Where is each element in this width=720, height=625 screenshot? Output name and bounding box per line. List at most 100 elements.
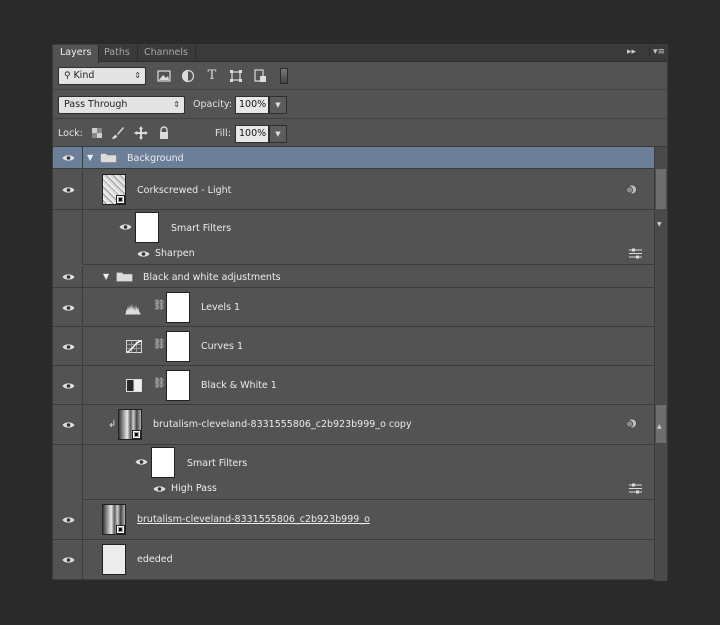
smart-filters-row[interactable]: Smart Filters <box>83 445 654 478</box>
updown-icon: ⇕ <box>134 71 141 80</box>
layer-row-background-group[interactable]: ▼ Background <box>53 147 654 169</box>
eye-icon[interactable] <box>137 250 150 258</box>
blending-options-icon[interactable] <box>629 483 642 494</box>
eye-icon[interactable] <box>135 458 148 466</box>
levels-icon <box>125 304 141 315</box>
filter-name: Sharpen <box>155 248 195 259</box>
tab-paths[interactable]: Paths <box>97 45 138 62</box>
lock-brush-icon[interactable] <box>111 126 125 140</box>
shape-filter-icon[interactable] <box>229 69 243 83</box>
blend-row: Pass Through ⇕ Opacity: 100% ▼ <box>53 91 667 119</box>
eye-icon <box>62 187 75 193</box>
visibility-toggle[interactable] <box>53 266 83 287</box>
filter-toggle-switch[interactable] <box>280 68 288 84</box>
layers-list: ▼ Background ▣ Corkscrewed - Light Smart… <box>53 147 654 581</box>
layer-row-black-white[interactable]: ⛓ Black & White 1 <box>53 367 654 405</box>
layer-row-bw-adjustments-group[interactable]: ▼ Black and white adjustments <box>53 266 654 288</box>
smart-filter-indicator-icon[interactable] <box>625 418 638 429</box>
collapse-panel-icon[interactable]: ▸▸ <box>627 47 636 57</box>
smart-object-badge-icon: ▣ <box>132 430 141 439</box>
visibility-toggle[interactable] <box>53 367 83 404</box>
eye-icon <box>62 274 75 280</box>
link-chain-icon[interactable]: ⛓ <box>153 300 166 311</box>
lock-transparent-icon[interactable] <box>90 126 104 140</box>
filter-kind-label: Kind <box>73 70 95 81</box>
layer-row-brutalism[interactable]: ▣ brutalism-cleveland-8331555806_c2b923b… <box>53 501 654 540</box>
eye-icon <box>62 383 75 389</box>
visibility-toggle[interactable] <box>53 501 83 539</box>
scroll-down-arrow-icon[interactable]: ▼ <box>657 221 662 228</box>
visibility-toggle[interactable] <box>53 170 83 264</box>
panel-menu-icon[interactable]: ▾≡ <box>649 47 665 57</box>
expand-triangle-icon[interactable]: ▼ <box>103 272 109 281</box>
filter-kind-select[interactable]: ⚲ Kind ⇕ <box>58 67 146 85</box>
smart-object-badge-icon: ▣ <box>116 195 125 204</box>
visibility-toggle[interactable] <box>53 289 83 326</box>
lock-all-icon[interactable] <box>157 126 171 140</box>
layer-name: Black & White 1 <box>201 380 277 391</box>
tab-layers[interactable]: Layers <box>53 45 100 63</box>
tab-channels[interactable]: Channels <box>137 45 196 62</box>
link-chain-icon[interactable]: ⛓ <box>153 378 166 389</box>
layer-row-curves[interactable]: ⛓ Curves 1 <box>53 328 654 366</box>
smart-filter-mask-thumbnail[interactable] <box>135 212 159 243</box>
blending-options-icon[interactable] <box>629 248 642 259</box>
eye-icon <box>62 155 75 161</box>
layer-name: Background <box>127 153 184 164</box>
smart-filter-mask-thumbnail[interactable] <box>151 447 175 478</box>
layer-thumbnail <box>102 544 126 575</box>
smart-filters-row[interactable]: Smart Filters <box>83 210 654 243</box>
layer-mask-thumbnail[interactable] <box>166 292 190 323</box>
visibility-toggle[interactable] <box>53 406 83 500</box>
blend-mode-select[interactable]: Pass Through ⇕ <box>58 96 185 114</box>
eye-icon <box>62 557 75 563</box>
folder-icon <box>100 153 117 163</box>
image-filter-icon[interactable] <box>157 69 171 83</box>
updown-icon: ⇕ <box>173 100 180 109</box>
adjustment-filter-icon[interactable] <box>181 69 195 83</box>
layer-row-ededed[interactable]: ededed <box>53 541 654 580</box>
blend-mode-value: Pass Through <box>64 99 128 110</box>
scroll-up-arrow-icon[interactable]: ▲ <box>657 423 662 430</box>
expand-triangle-icon[interactable]: ▼ <box>87 153 93 162</box>
eye-icon[interactable] <box>119 223 132 231</box>
filter-row: ⚲ Kind ⇕ T <box>53 63 667 90</box>
curves-icon <box>126 340 142 353</box>
layers-scrollbar[interactable]: ▼ ▲ <box>654 147 667 581</box>
layer-mask-thumbnail[interactable] <box>166 370 190 401</box>
filter-row-high-pass[interactable]: High Pass <box>83 477 654 500</box>
opacity-input[interactable]: 100% <box>235 96 269 114</box>
smart-filter-indicator-icon[interactable] <box>625 184 638 195</box>
clipping-mask-arrow-icon: ↲ <box>108 419 117 430</box>
lock-position-icon[interactable] <box>134 126 148 140</box>
fill-input[interactable]: 100% <box>235 125 269 143</box>
filter-name: High Pass <box>171 483 217 494</box>
fill-label: Fill: <box>215 128 231 139</box>
layer-row-brutalism-copy[interactable]: ↲ ▣ brutalism-cleveland-8331555806_c2b92… <box>53 406 654 500</box>
opacity-slider-button[interactable]: ▼ <box>269 96 287 114</box>
eye-icon <box>62 305 75 311</box>
lock-label: Lock: <box>58 128 83 139</box>
type-filter-icon[interactable]: T <box>205 69 219 83</box>
scrollbar-thumb[interactable] <box>656 169 666 209</box>
panel-tab-bar: Layers Paths Channels ▸▸ ▾≡ <box>53 45 667 63</box>
eye-icon[interactable] <box>153 485 166 493</box>
link-chain-icon[interactable]: ⛓ <box>153 339 166 350</box>
layer-row-levels[interactable]: ⛓ Levels 1 <box>53 289 654 327</box>
layer-name: Corkscrewed - Light <box>137 185 232 196</box>
visibility-toggle[interactable] <box>53 147 83 168</box>
folder-icon <box>116 272 133 282</box>
eye-icon <box>62 517 75 523</box>
layer-row-corkscrewed[interactable]: ▣ Corkscrewed - Light <box>53 170 654 264</box>
visibility-toggle[interactable] <box>53 328 83 365</box>
layer-name: brutalism-cleveland-8331555806_c2b923b99… <box>153 419 412 430</box>
layer-name: brutalism-cleveland-8331555806_c2b923b99… <box>137 514 370 525</box>
layer-mask-thumbnail[interactable] <box>166 331 190 362</box>
filter-row-sharpen[interactable]: Sharpen <box>83 242 654 265</box>
smart-object-filter-icon[interactable] <box>253 69 267 83</box>
fill-slider-button[interactable]: ▼ <box>269 125 287 143</box>
layer-name: Curves 1 <box>201 341 244 352</box>
smart-filters-label: Smart Filters <box>187 458 248 469</box>
eye-icon <box>62 344 75 350</box>
visibility-toggle[interactable] <box>53 541 83 579</box>
